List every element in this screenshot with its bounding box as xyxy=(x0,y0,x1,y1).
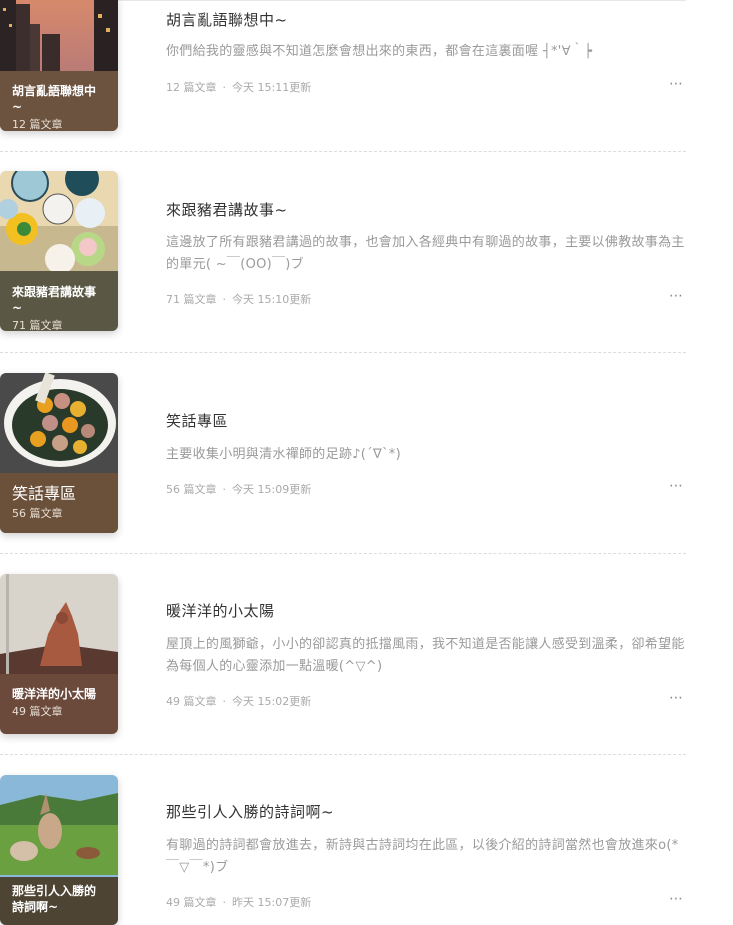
more-options-icon[interactable]: ⋯ xyxy=(669,76,684,92)
category-item-4[interactable]: 暖洋洋的小太陽 49 篇文章 暖洋洋的小太陽 屋頂上的風獅爺，小小的卻認真的抵擋… xyxy=(0,554,686,754)
cover-count: 12 篇文章 xyxy=(12,118,63,131)
updated-time: 15:10更新 xyxy=(257,293,312,306)
updated-day: 今天 xyxy=(232,81,254,94)
cover-title: 笑話專區 xyxy=(12,484,77,503)
updated-time: 15:02更新 xyxy=(257,695,312,708)
article-count: 12 篇文章 xyxy=(166,81,217,94)
cover-count: 56 篇文章 xyxy=(12,507,63,520)
cover-band: 來跟豬君講故事~ 71 篇文章 xyxy=(0,271,118,331)
category-description: 主要收集小明與清水禪師的足跡♪(´∇`*) xyxy=(166,447,401,462)
more-options-icon[interactable]: ⋯ xyxy=(669,891,684,907)
cover-band: 暖洋洋的小太陽 49 篇文章 xyxy=(0,674,118,734)
category-description: 有聊過的詩詞都會放進去，新詩與古詩詞均在此區，以後介紹的詩詞當然也會放進來o(*… xyxy=(166,838,679,875)
category-title[interactable]: 笑話專區 xyxy=(166,410,228,431)
updated-day: 今天 xyxy=(232,695,254,708)
updated-day: 今天 xyxy=(232,293,254,306)
more-options-icon[interactable]: ⋯ xyxy=(669,478,684,494)
category-item-5[interactable]: 那些引人入勝的詩詞啊~ 那些引人入勝的詩詞啊~ 有聊過的詩詞都會放進去，新詩與古… xyxy=(0,755,686,925)
updated-time: 15:07更新 xyxy=(257,896,312,909)
cover-title: 暖洋洋的小太陽 xyxy=(12,687,97,701)
updated-time: 15:11更新 xyxy=(257,81,312,94)
cover-band: 那些引人入勝的詩詞啊~ xyxy=(0,877,118,925)
category-description: 屋頂上的風獅爺，小小的卻認真的抵擋風雨，我不知道是否能讓人感受到溫柔，卻希望能為… xyxy=(166,637,685,674)
cover-title: 來跟豬君講故事~ xyxy=(12,285,97,315)
article-count: 49 篇文章 xyxy=(166,896,217,909)
cover-title: 那些引人入勝的詩詞啊~ xyxy=(12,884,97,914)
category-description: 這邊放了所有跟豬君講過的故事，也會加入各經典中有聊過的故事，主要以佛教故事為主的… xyxy=(166,235,685,272)
article-count: 49 篇文章 xyxy=(166,695,217,708)
cover-band: 胡言亂語聯想中~ 12 篇文章 xyxy=(0,71,118,131)
category-title[interactable]: 那些引人入勝的詩詞啊~ xyxy=(166,801,334,822)
category-cover-3[interactable]: 笑話專區 56 篇文章 xyxy=(0,373,118,533)
category-meta: 49 篇文章 · 今天 15:02更新 xyxy=(166,693,311,709)
category-title[interactable]: 暖洋洋的小太陽 xyxy=(166,600,275,621)
meta-separator: · xyxy=(222,896,227,909)
category-cover-4[interactable]: 暖洋洋的小太陽 49 篇文章 xyxy=(0,574,118,734)
category-title[interactable]: 來跟豬君講故事~ xyxy=(166,199,288,220)
category-meta: 56 篇文章 · 今天 15:09更新 xyxy=(166,481,311,497)
category-cover-1[interactable]: 胡言亂語聯想中~ 12 篇文章 xyxy=(0,0,118,131)
article-count: 56 篇文章 xyxy=(166,483,217,496)
category-cover-5[interactable]: 那些引人入勝的詩詞啊~ xyxy=(0,775,118,925)
meta-separator: · xyxy=(222,695,227,708)
category-cover-2[interactable]: 來跟豬君講故事~ 71 篇文章 xyxy=(0,171,118,331)
category-description: 你們給我的靈感與不知道怎麼會想出來的東西，都會在這裏面喔 ┤*'∀｀┝ xyxy=(166,44,593,59)
category-meta: 71 篇文章 · 今天 15:10更新 xyxy=(166,291,311,307)
meta-separator: · xyxy=(222,293,227,306)
cover-count: 49 篇文章 xyxy=(12,705,63,718)
category-item-3[interactable]: 笑話專區 56 篇文章 笑話專區 主要收集小明與清水禪師的足跡♪(´∇`*) 5… xyxy=(0,353,686,553)
category-title[interactable]: 胡言亂語聯想中~ xyxy=(166,9,288,30)
cover-count: 71 篇文章 xyxy=(12,319,63,331)
updated-time: 15:09更新 xyxy=(257,483,312,496)
cover-band: 笑話專區 56 篇文章 xyxy=(0,473,118,533)
meta-separator: · xyxy=(222,483,227,496)
meta-separator: · xyxy=(222,81,227,94)
cover-title: 胡言亂語聯想中~ xyxy=(12,84,97,114)
article-count: 71 篇文章 xyxy=(166,293,217,306)
more-options-icon[interactable]: ⋯ xyxy=(669,288,684,304)
category-meta: 49 篇文章 · 昨天 15:07更新 xyxy=(166,894,311,910)
category-item-1[interactable]: 胡言亂語聯想中~ 12 篇文章 胡言亂語聯想中~ 你們給我的靈感與不知道怎麼會想… xyxy=(0,0,686,152)
more-options-icon[interactable]: ⋯ xyxy=(669,690,684,706)
updated-day: 昨天 xyxy=(232,896,254,909)
category-item-2[interactable]: 來跟豬君講故事~ 71 篇文章 來跟豬君講故事~ 這邊放了所有跟豬君講過的故事，… xyxy=(0,152,686,352)
category-meta: 12 篇文章 · 今天 15:11更新 xyxy=(166,79,311,95)
updated-day: 今天 xyxy=(232,483,254,496)
